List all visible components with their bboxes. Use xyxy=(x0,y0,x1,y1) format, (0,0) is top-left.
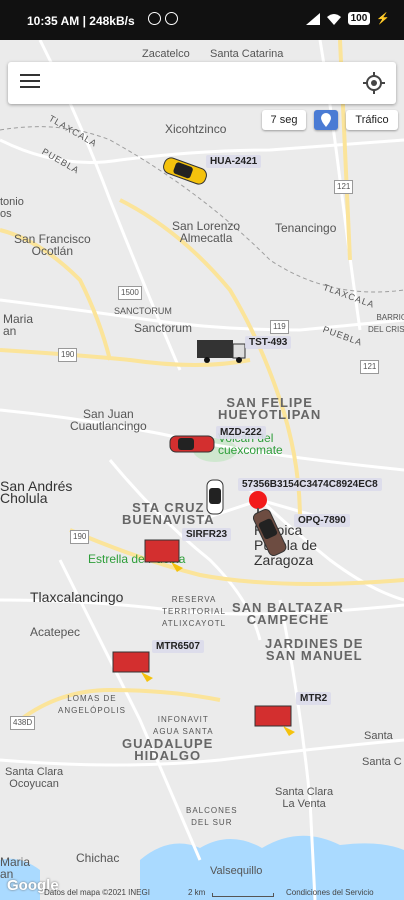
map-label: Tenancingo xyxy=(275,221,337,235)
map-label: BARRIO DEL CRISTO xyxy=(368,313,404,334)
map-label: Valsequillo xyxy=(210,865,263,877)
map-label: San Lorenzo Almecatla xyxy=(172,219,241,245)
road-shield: 121 xyxy=(360,360,380,374)
my-location-icon[interactable] xyxy=(362,71,386,95)
truck-vehicle-icon[interactable] xyxy=(195,336,250,364)
map-label: San Andrés Cholula xyxy=(0,478,73,506)
scale-label: 2 km xyxy=(188,888,206,897)
road-shield: 119 xyxy=(270,320,289,334)
map-label: STA CRUZ BUENAVISTA xyxy=(122,500,215,527)
truck-vehicle-icon[interactable] xyxy=(143,536,185,572)
search-input[interactable] xyxy=(52,70,356,96)
map-label: Tlaxcalancingo xyxy=(30,589,124,605)
map-label: Santa Catarina xyxy=(210,48,284,60)
map-label: INFONAVIT AGUA SANTA xyxy=(153,715,214,736)
notification-icons xyxy=(148,12,178,25)
vehicle-tag[interactable]: MTR6507 xyxy=(152,640,204,653)
search-bar[interactable] xyxy=(8,62,396,104)
map-data-attribution: Datos del mapa ©2021 INEGI xyxy=(44,888,150,897)
vehicle-tag[interactable]: OPQ-7890 xyxy=(294,514,350,527)
map-label: RESERVA TERRITORIAL ATLIXCAYOTL xyxy=(162,595,227,628)
battery-icon: 100 xyxy=(347,12,371,25)
map-label: Santa xyxy=(364,730,393,742)
status-bar: 10:35 AM | 248kB/s 100 ⚡ xyxy=(0,0,404,40)
status-time: 10:35 AM | 248kB/s xyxy=(27,14,135,28)
vehicle-tag[interactable]: SIRFR23 xyxy=(182,528,232,541)
vehicle-tag[interactable]: MTR2 xyxy=(296,692,332,705)
map-label: tonio os xyxy=(0,196,24,220)
refresh-interval-button[interactable]: 7 seg xyxy=(262,110,306,130)
taxi-vehicle-icon[interactable] xyxy=(160,155,210,187)
vehicle-tag[interactable]: MZD-222 xyxy=(216,426,266,439)
terms-link[interactable]: Condiciones del Servicio xyxy=(286,888,374,897)
road-shield: 190 xyxy=(58,348,78,362)
map-label: Chichac xyxy=(76,851,120,865)
map-label: LOMAS DE ANGELÓPOLIS xyxy=(58,694,126,715)
map-label: Santa Clara Ocoyucan xyxy=(5,766,64,790)
traffic-button[interactable]: Tráfico xyxy=(346,110,398,130)
pin-toggle-button[interactable] xyxy=(314,110,338,130)
map-label: Maria an xyxy=(3,312,34,338)
road-shield: 438D xyxy=(10,716,36,730)
map-label: San Juan Cuautlancingo xyxy=(70,407,147,433)
vehicle-tag[interactable]: HUA-2421 xyxy=(206,155,262,168)
map-label: Acatepec xyxy=(30,625,81,639)
map-label: Santa Clara La Venta xyxy=(275,786,334,810)
map-label: San Francisco Ocotlán xyxy=(14,232,91,258)
vehicle-tag[interactable]: TST-493 xyxy=(245,336,292,349)
map-label: Xicohtzinco xyxy=(165,122,227,136)
notification-icon xyxy=(148,12,161,25)
charging-icon: ⚡ xyxy=(376,13,390,25)
map-label: Zacatelco xyxy=(142,48,190,60)
menu-icon[interactable] xyxy=(20,74,40,92)
car-vehicle-icon[interactable] xyxy=(204,478,226,518)
signal-icon xyxy=(305,12,320,25)
map-label: BALCONES DEL SUR xyxy=(186,806,238,827)
wifi-icon xyxy=(326,13,341,25)
map-label: JARDINES DE SAN MANUEL xyxy=(265,636,364,663)
status-right: 100 ⚡ xyxy=(305,12,390,25)
road-shield: 121 xyxy=(334,180,354,194)
notification-icon xyxy=(165,12,178,25)
map-label: GUADALUPE HIDALGO xyxy=(122,736,214,763)
scale-bar xyxy=(212,893,274,897)
truck-vehicle-icon[interactable] xyxy=(253,702,299,738)
map-label: SANCTORUM xyxy=(114,306,172,316)
road-shield: 1500 xyxy=(118,286,142,300)
road-shield: 190 xyxy=(70,530,90,544)
truck-vehicle-icon[interactable] xyxy=(111,648,157,684)
map-label: Sanctorum xyxy=(134,321,193,335)
car-vehicle-icon[interactable] xyxy=(168,430,218,458)
map-label: SAN FELIPE HUEYOTLIPAN xyxy=(218,395,322,422)
car-vehicle-icon[interactable] xyxy=(253,505,289,561)
map-label: SAN BALTAZAR CAMPECHE xyxy=(232,600,344,627)
map-pin-icon xyxy=(321,113,331,127)
map-label: Santa C xyxy=(362,756,402,768)
